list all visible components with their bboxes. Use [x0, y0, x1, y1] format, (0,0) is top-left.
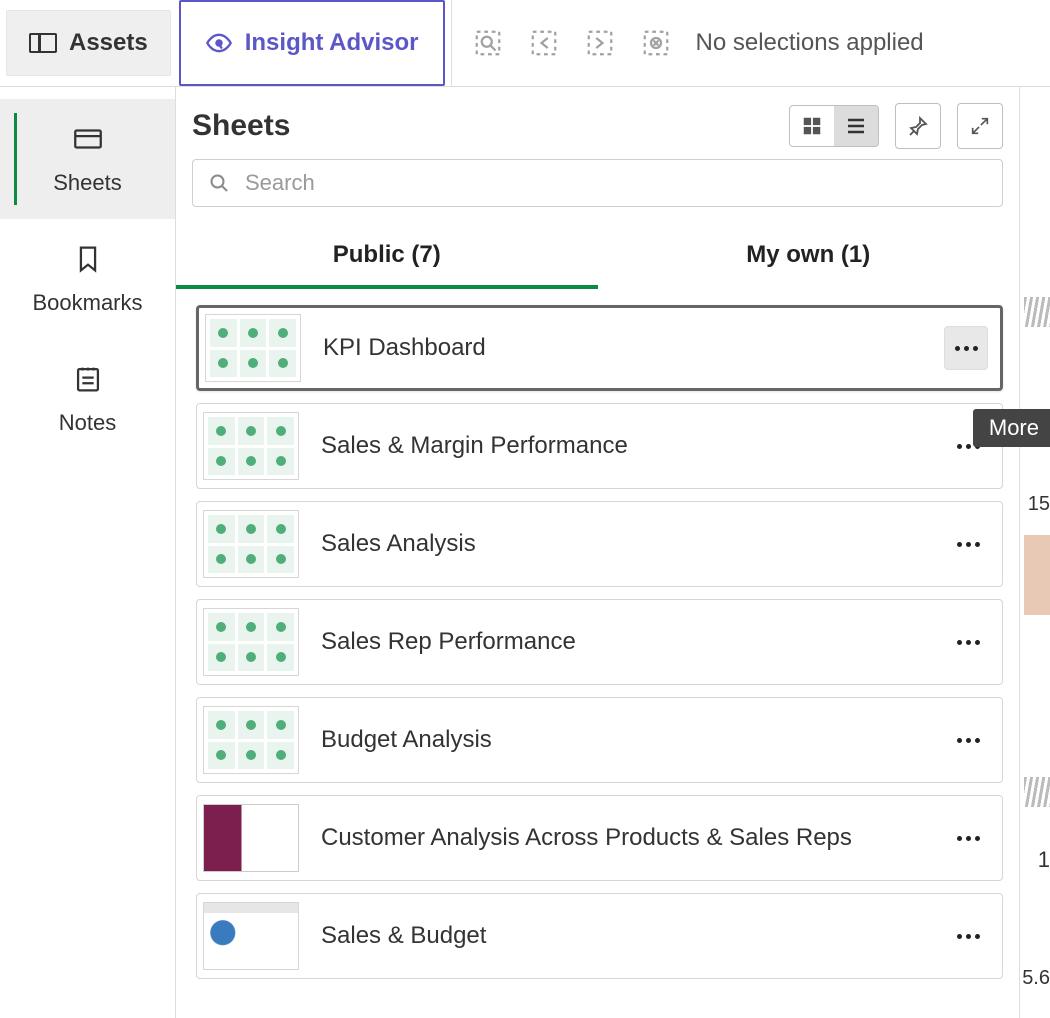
sheet-card[interactable]: Sales Rep Performance: [196, 599, 1003, 685]
tab-public-count: (7): [411, 241, 440, 268]
tab-public[interactable]: Public (7): [176, 225, 598, 289]
sheet-title: Sales Analysis: [321, 530, 924, 558]
bg-value-15: 15: [1024, 493, 1050, 517]
insight-eye-icon: [205, 29, 233, 57]
more-icon: [957, 640, 980, 645]
sheet-title: KPI Dashboard: [323, 334, 922, 362]
sheet-title: Customer Analysis Across Products & Sale…: [321, 824, 924, 852]
tab-public-label: Public: [333, 241, 405, 268]
step-back-button[interactable]: [516, 15, 572, 71]
sheet-thumbnail: [203, 510, 299, 578]
tab-my-own[interactable]: My own (1): [598, 225, 1020, 289]
rail-item-bookmarks[interactable]: Bookmarks: [0, 219, 175, 339]
rail-label-sheets: Sheets: [53, 170, 122, 196]
no-selections-label: No selections applied: [684, 29, 924, 57]
search-icon: [207, 171, 231, 195]
sheet-more-button[interactable]: [946, 718, 990, 762]
more-tooltip: More: [973, 409, 1050, 447]
clear-selections-button[interactable]: [628, 15, 684, 71]
step-forward-button[interactable]: [572, 15, 628, 71]
sheet-more-button[interactable]: [946, 816, 990, 860]
search-input[interactable]: [243, 169, 988, 197]
sheet-more-button[interactable]: [946, 620, 990, 664]
top-toolbar: Assets Insight Advisor No selections app…: [0, 0, 1050, 87]
smart-search-button[interactable]: [460, 15, 516, 71]
pin-icon: [906, 114, 930, 138]
bg-decor: [1024, 777, 1050, 807]
insight-advisor-button[interactable]: Insight Advisor: [179, 0, 445, 86]
panel-title: Sheets: [192, 109, 290, 143]
more-icon: [957, 934, 980, 939]
left-rail: Sheets Bookmarks Notes: [0, 87, 176, 1018]
assets-button[interactable]: Assets: [6, 10, 171, 76]
expand-button[interactable]: [957, 103, 1003, 149]
more-icon: [957, 542, 980, 547]
sheet-thumbnail: [203, 412, 299, 480]
sheet-title: Sales & Margin Performance: [321, 432, 924, 460]
sheet-more-button[interactable]: [946, 914, 990, 958]
sheet-card[interactable]: Customer Analysis Across Products & Sale…: [196, 795, 1003, 881]
list-view-button[interactable]: [834, 106, 878, 146]
insight-label: Insight Advisor: [245, 29, 419, 57]
sheet-tabs: Public (7) My own (1): [176, 225, 1019, 289]
sheet-card[interactable]: Sales Analysis: [196, 501, 1003, 587]
more-icon: [957, 738, 980, 743]
bg-value-1: 1: [1030, 847, 1050, 875]
view-toggle: [789, 105, 879, 147]
more-icon: [955, 346, 978, 351]
background-strip: 15 1 5.6: [1020, 87, 1050, 1018]
bookmark-icon: [71, 242, 105, 276]
sheet-title: Sales Rep Performance: [321, 628, 924, 656]
sheets-panel: Sheets: [176, 87, 1020, 1018]
bg-decor: [1024, 535, 1050, 615]
sheet-card[interactable]: Sales & Budget: [196, 893, 1003, 979]
selection-tools: No selections applied: [451, 0, 932, 86]
sheet-thumbnail: [203, 804, 299, 872]
bg-decor: [1024, 297, 1050, 327]
rail-label-bookmarks: Bookmarks: [32, 290, 142, 316]
grid-view-button[interactable]: [790, 106, 834, 146]
rail-item-notes[interactable]: Notes: [0, 339, 175, 459]
sheet-more-button[interactable]: [946, 522, 990, 566]
notes-icon: [71, 362, 105, 396]
tab-myown-label: My own: [746, 241, 834, 268]
bg-value-56: 5.6: [1020, 967, 1050, 995]
assets-icon: [29, 33, 57, 53]
assets-label: Assets: [69, 29, 148, 57]
sheet-thumbnail: [203, 706, 299, 774]
sheet-card[interactable]: Sales & Margin Performance: [196, 403, 1003, 489]
expand-icon: [969, 115, 991, 137]
sheet-thumbnail: [203, 902, 299, 970]
sheet-title: Sales & Budget: [321, 922, 924, 950]
sheet-title: Budget Analysis: [321, 726, 924, 754]
tab-myown-count: (1): [841, 241, 870, 268]
sheet-thumbnail: [203, 608, 299, 676]
rail-label-notes: Notes: [59, 410, 116, 436]
more-icon: [957, 836, 980, 841]
pin-button[interactable]: [895, 103, 941, 149]
sheet-card[interactable]: KPI Dashboard: [196, 305, 1003, 391]
sheet-more-button[interactable]: [944, 326, 988, 370]
sheets-icon: [71, 122, 105, 156]
sheet-list: KPI Dashboard Sales & Margin Performance S…: [176, 289, 1019, 1018]
search-box[interactable]: [192, 159, 1003, 207]
sheet-card[interactable]: Budget Analysis: [196, 697, 1003, 783]
rail-item-sheets[interactable]: Sheets: [0, 99, 175, 219]
sheet-thumbnail: [205, 314, 301, 382]
